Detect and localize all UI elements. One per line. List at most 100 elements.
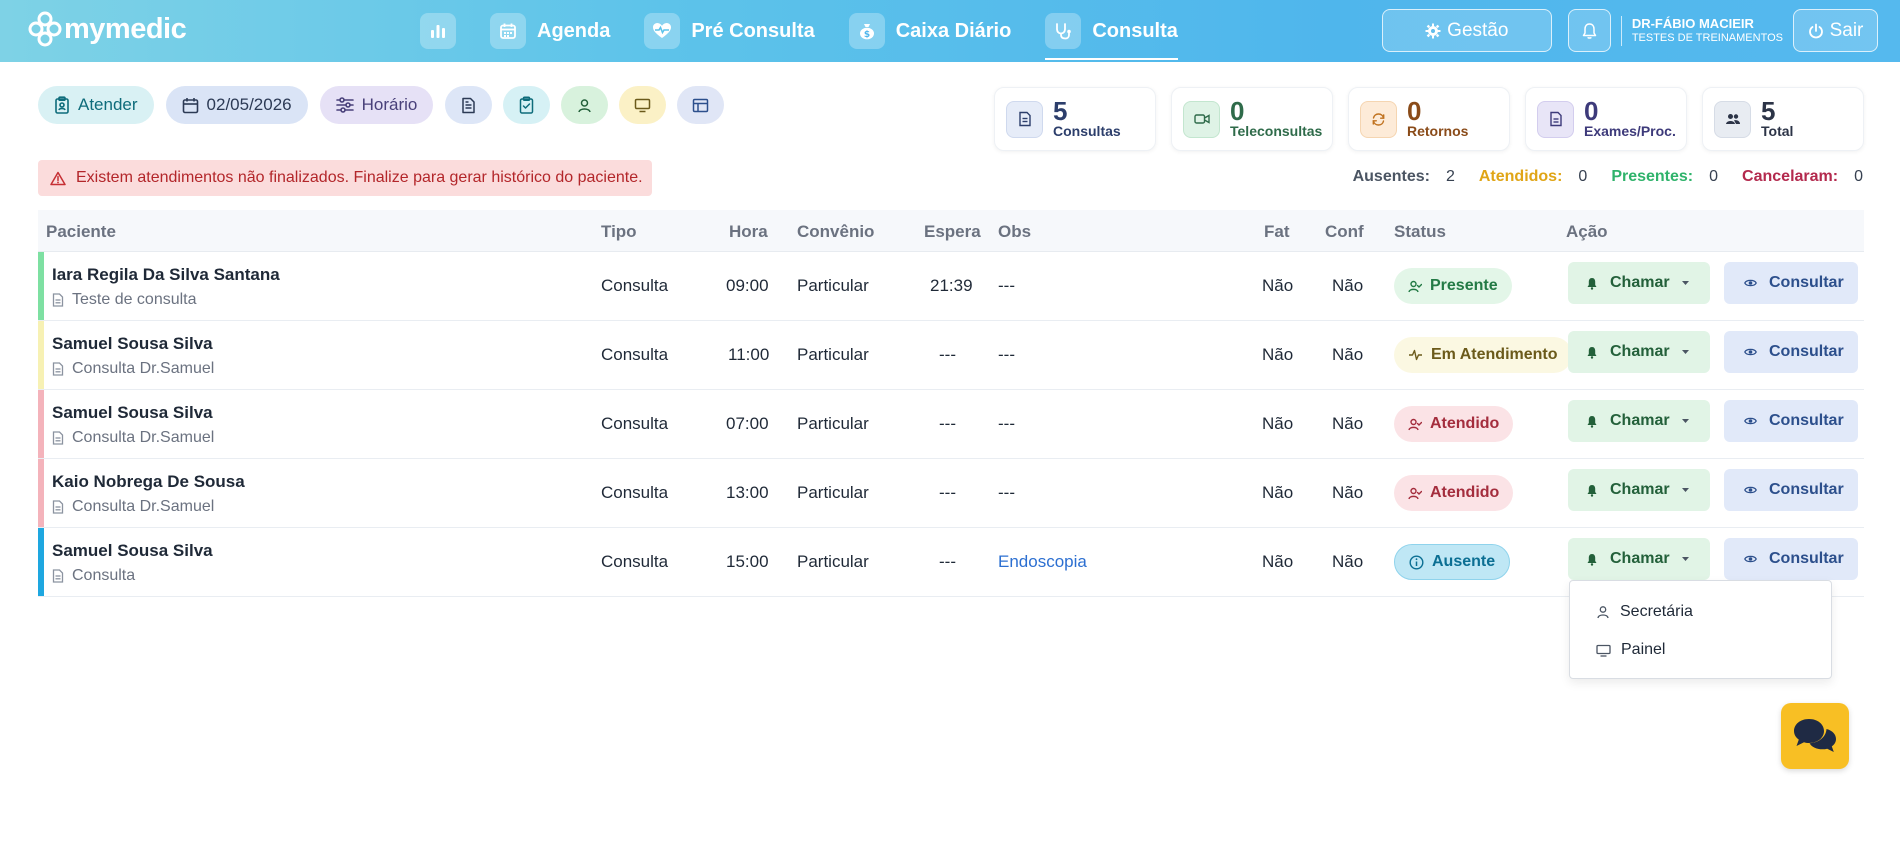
- consultar-label: Consultar: [1769, 481, 1844, 498]
- consultar-button[interactable]: Consultar: [1724, 331, 1858, 373]
- consultar-label: Consultar: [1769, 412, 1844, 429]
- obs-link[interactable]: Endoscopia: [998, 552, 1087, 572]
- document-button[interactable]: [445, 86, 493, 124]
- nav-label: Caixa Diário: [895, 19, 1012, 42]
- header-convenio[interactable]: Convênio: [797, 222, 874, 242]
- table-header: Paciente Tipo Hora Convênio Espera Obs F…: [38, 210, 1864, 252]
- gestao-button[interactable]: Gestão: [1381, 9, 1552, 52]
- status-badge: Atendido: [1394, 475, 1514, 511]
- chamar-button[interactable]: Chamar: [1568, 331, 1710, 373]
- chamar-label: Chamar: [1610, 481, 1670, 498]
- header-conf[interactable]: Conf: [1325, 222, 1364, 242]
- user-check-icon: [1408, 280, 1422, 292]
- row-status-bar: [38, 528, 44, 596]
- document-icon: [462, 97, 476, 113]
- header-espera[interactable]: Espera: [924, 222, 981, 242]
- atender-button[interactable]: Atender: [38, 86, 154, 124]
- calendar-icon: [182, 97, 198, 113]
- logout-label: Sair: [1829, 19, 1864, 41]
- notifications-button[interactable]: [1567, 9, 1611, 52]
- chat-support-button[interactable]: [1781, 703, 1849, 769]
- header-paciente[interactable]: Paciente: [46, 222, 116, 242]
- header-hora[interactable]: Hora: [729, 222, 768, 242]
- chamar-button[interactable]: Chamar: [1568, 538, 1710, 580]
- dropdown-item-painel[interactable]: Painel: [1596, 641, 1665, 659]
- appointments-table: Paciente Tipo Hora Convênio Espera Obs F…: [38, 210, 1864, 597]
- appointment-description: Teste de consulta: [52, 291, 197, 309]
- nav-caixa-diario[interactable]: $ Caixa Diário: [848, 0, 1012, 62]
- consultar-button[interactable]: Consultar: [1724, 400, 1858, 442]
- chamar-button[interactable]: Chamar: [1568, 400, 1710, 442]
- patient-name[interactable]: Samuel Sousa Silva: [52, 403, 213, 423]
- patient-name[interactable]: Samuel Sousa Silva: [52, 334, 213, 354]
- stats-cards: 5 Consultas 0 Teleconsultas 0 Retornos 0…: [994, 87, 1864, 151]
- stat-label: Exames/Proc.: [1584, 123, 1676, 139]
- patient-button[interactable]: [561, 86, 609, 124]
- nav-consulta[interactable]: Consulta: [1045, 0, 1178, 62]
- patient-name[interactable]: Iara Regila Da Silva Santana: [52, 265, 280, 285]
- patient-name[interactable]: Samuel Sousa Silva: [52, 541, 213, 561]
- stat-card-total: 5 Total: [1702, 87, 1864, 151]
- caret-down-icon[interactable]: [1681, 556, 1690, 562]
- header-tipo[interactable]: Tipo: [601, 222, 637, 242]
- status-badge: Ausente: [1394, 544, 1511, 580]
- description-text: Consulta Dr.Samuel: [72, 498, 215, 515]
- nav-label: Agenda: [537, 19, 611, 42]
- bell-icon: [1587, 553, 1597, 566]
- logo-icon: [28, 11, 62, 47]
- refresh-icon: [1360, 100, 1397, 138]
- nav-pre-consulta[interactable]: Pré Consulta: [644, 0, 815, 62]
- monitor-button[interactable]: [619, 86, 667, 124]
- consultar-button[interactable]: Consultar: [1724, 262, 1858, 304]
- chamar-button[interactable]: Chamar: [1568, 469, 1710, 511]
- consultar-label: Consultar: [1769, 550, 1844, 567]
- cancelaram-value: 0: [1854, 168, 1863, 185]
- nav-dashboard[interactable]: [420, 0, 456, 62]
- row-status-bar: [38, 390, 44, 458]
- consultar-button[interactable]: Consultar: [1724, 469, 1858, 511]
- caret-down-icon[interactable]: [1681, 349, 1690, 355]
- eye-icon: [1744, 555, 1757, 563]
- consultar-button[interactable]: Consultar: [1724, 538, 1858, 580]
- logout-button[interactable]: Sair: [1793, 9, 1878, 52]
- layout-button[interactable]: [677, 86, 725, 124]
- dropdown-item-secretaria[interactable]: Secretária: [1596, 603, 1693, 621]
- horario-filter-button[interactable]: Horário: [319, 86, 434, 124]
- description-text: Consulta: [72, 567, 136, 584]
- consultar-label: Consultar: [1769, 274, 1844, 291]
- horario-label: Horário: [361, 95, 418, 114]
- hora-cell: 07:00: [726, 414, 769, 433]
- chamar-label: Chamar: [1610, 343, 1670, 360]
- clipboard-check-button[interactable]: [503, 86, 551, 124]
- brand-logo[interactable]: mymedic: [28, 10, 187, 48]
- status-text: Presente: [1430, 277, 1498, 294]
- main-nav: Agenda Pré Consulta $ Caixa Diário Consu…: [420, 0, 1212, 62]
- user-info[interactable]: DR-FÁBIO MACIEIR TESTES DE TREINAMENTOS: [1620, 15, 1783, 46]
- chamar-button[interactable]: Chamar: [1568, 262, 1710, 304]
- tipo-cell: Consulta: [601, 276, 669, 295]
- caret-down-icon[interactable]: [1681, 487, 1690, 493]
- stethoscope-icon: [1045, 13, 1082, 49]
- table-row[interactable]: Samuel Sousa Silva Consulta Dr.Samuel Co…: [38, 321, 1864, 390]
- stat-label: Retornos: [1407, 123, 1469, 139]
- stat-value: 0: [1230, 96, 1245, 126]
- header-obs[interactable]: Obs: [998, 222, 1031, 242]
- clipboard-user-icon: [55, 96, 69, 114]
- header-fat[interactable]: Fat: [1264, 222, 1290, 242]
- description-text: Consulta Dr.Samuel: [72, 429, 215, 446]
- tipo-cell: Consulta: [601, 552, 669, 571]
- nav-agenda[interactable]: Agenda: [490, 0, 610, 62]
- hora-cell: 09:00: [726, 276, 769, 295]
- table-row[interactable]: Iara Regila Da Silva Santana Teste de co…: [38, 252, 1864, 321]
- caret-down-icon[interactable]: [1681, 418, 1690, 424]
- hora-cell: 13:00: [726, 483, 769, 502]
- consultar-label: Consultar: [1769, 343, 1844, 360]
- table-row[interactable]: Kaio Nobrega De Sousa Consulta Dr.Samuel…: [38, 459, 1864, 528]
- date-picker[interactable]: 02/05/2026: [165, 86, 308, 124]
- patient-name[interactable]: Kaio Nobrega De Sousa: [52, 472, 245, 492]
- dropdown-item-label: Painel: [1621, 641, 1666, 658]
- header-acao: Ação: [1566, 222, 1608, 241]
- header-status[interactable]: Status: [1394, 222, 1446, 242]
- table-row[interactable]: Samuel Sousa Silva Consulta Dr.Samuel Co…: [38, 390, 1864, 459]
- caret-down-icon[interactable]: [1681, 280, 1690, 286]
